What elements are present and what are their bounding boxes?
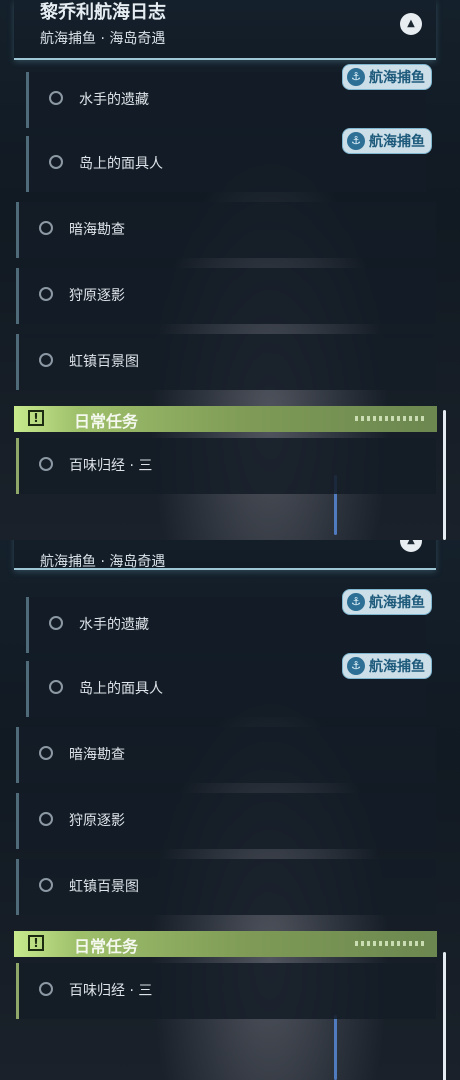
radio-icon xyxy=(49,616,63,630)
decoration-stripes xyxy=(355,416,425,421)
quest-label: 水手的遗藏 xyxy=(79,617,149,633)
quest-item[interactable]: 暗海勘查 xyxy=(16,202,436,258)
quest-tag-label: 航海捕鱼 xyxy=(369,134,425,150)
quest-label: 虹镇百景图 xyxy=(69,354,139,370)
quest-label: 暗海勘查 xyxy=(69,747,125,763)
quest-label: 虹镇百景图 xyxy=(69,879,139,895)
quest-panel-bottom: 航海捕鱼 · 海岛奇遇 ▲ 水手的遗藏 ⚓ 航海捕鱼 岛上的面具人 ⚓ 航海捕鱼… xyxy=(0,540,460,1080)
quest-label: 岛上的面具人 xyxy=(79,681,163,697)
radio-icon xyxy=(39,982,53,996)
quest-item[interactable]: 虹镇百景图 xyxy=(16,334,436,390)
radio-icon xyxy=(49,91,63,105)
radio-icon xyxy=(39,353,53,367)
quest-item[interactable]: 狩原逐影 xyxy=(16,793,436,849)
quest-tag-badge: ⚓ 航海捕鱼 xyxy=(342,64,432,90)
quest-tag-label: 航海捕鱼 xyxy=(369,70,425,86)
quest-label: 百味归经 · 三 xyxy=(69,458,153,474)
alert-icon: ! xyxy=(28,410,44,426)
quest-group-title: 黎乔利航海日志 xyxy=(40,2,166,23)
radio-icon xyxy=(39,878,53,892)
scrollbar[interactable] xyxy=(443,410,446,540)
radio-icon xyxy=(49,155,63,169)
daily-tasks-header[interactable]: ! 日常任务 xyxy=(14,406,437,432)
quest-label: 暗海勘查 xyxy=(69,222,125,238)
fish-icon: ⚓ xyxy=(347,132,365,150)
radio-icon xyxy=(39,221,53,235)
alert-icon: ! xyxy=(28,935,44,951)
quest-group-header[interactable]: 黎乔利航海日志 航海捕鱼 · 海岛奇遇 ▲ xyxy=(14,0,436,60)
quest-group-subtitle: 航海捕鱼 · 海岛奇遇 xyxy=(40,31,166,47)
quest-item[interactable]: 虹镇百景图 xyxy=(16,859,436,915)
radio-icon xyxy=(39,457,53,471)
chevron-up-icon[interactable]: ▲ xyxy=(400,13,422,35)
quest-tag-badge: ⚓ 航海捕鱼 xyxy=(342,589,432,615)
quest-tag-badge: ⚓ 航海捕鱼 xyxy=(342,653,432,679)
quest-label: 百味归经 · 三 xyxy=(69,983,153,999)
fish-icon: ⚓ xyxy=(347,657,365,675)
quest-label: 岛上的面具人 xyxy=(79,156,163,172)
daily-tasks-title: 日常任务 xyxy=(74,412,139,431)
quest-label: 水手的遗藏 xyxy=(79,92,149,108)
decoration-stripes xyxy=(355,941,425,946)
quest-item[interactable]: 暗海勘查 xyxy=(16,727,436,783)
quest-label: 狩原逐影 xyxy=(69,288,125,304)
fish-icon: ⚓ xyxy=(347,593,365,611)
quest-tag-label: 航海捕鱼 xyxy=(369,659,425,675)
fish-icon: ⚓ xyxy=(347,68,365,86)
background-rail xyxy=(334,1015,337,1080)
quest-tag-label: 航海捕鱼 xyxy=(369,595,425,611)
quest-group-subtitle: 航海捕鱼 · 海岛奇遇 xyxy=(40,554,166,570)
chevron-up-icon[interactable]: ▲ xyxy=(400,540,422,552)
quest-panel-top: 黎乔利航海日志 航海捕鱼 · 海岛奇遇 ▲ 水手的遗藏 ⚓ 航海捕鱼 岛上的面具… xyxy=(0,0,460,540)
daily-tasks-header[interactable]: ! 日常任务 xyxy=(14,931,437,957)
radio-icon xyxy=(39,812,53,826)
quest-group-header[interactable]: 航海捕鱼 · 海岛奇遇 ▲ xyxy=(14,540,436,570)
radio-icon xyxy=(39,287,53,301)
radio-icon xyxy=(39,746,53,760)
quest-item[interactable]: 狩原逐影 xyxy=(16,268,436,324)
daily-tasks-title: 日常任务 xyxy=(74,937,139,956)
quest-item[interactable]: 百味归经 · 三 xyxy=(16,963,436,1019)
scrollbar[interactable] xyxy=(443,952,446,1080)
quest-label: 狩原逐影 xyxy=(69,813,125,829)
radio-icon xyxy=(49,680,63,694)
quest-tag-badge: ⚓ 航海捕鱼 xyxy=(342,128,432,154)
quest-item[interactable]: 百味归经 · 三 xyxy=(16,438,436,494)
